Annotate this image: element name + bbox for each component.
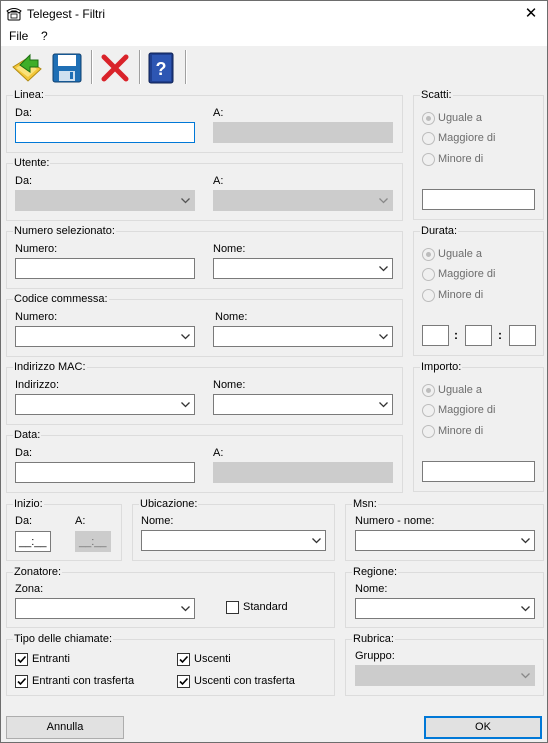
tipo-chiamate-label: Tipo delle chiamate: — [13, 633, 114, 645]
time-separator: : — [454, 328, 458, 342]
inizio-a-label: A: — [75, 515, 86, 527]
chevron-down-icon — [312, 538, 321, 544]
window-title: Telegest - Filtri — [27, 7, 106, 21]
durata-minutes-input[interactable] — [465, 325, 492, 346]
msn-numero-nome-label: Numero - nome: — [355, 515, 435, 527]
checkmark-icon — [179, 677, 189, 686]
chevron-down-icon — [521, 606, 530, 612]
numero-label: Numero: — [15, 311, 58, 323]
regione-nome-label: Nome: — [355, 583, 388, 595]
indirizzo-label: Indirizzo: — [15, 379, 60, 391]
nome-label: Nome: — [213, 243, 246, 255]
importo-label: Importo: — [420, 361, 463, 373]
indirizzo-mac-nome-select[interactable] — [213, 394, 393, 415]
checkmark-icon — [17, 655, 27, 664]
inizio-label: Inizio: — [13, 498, 44, 510]
chevron-down-icon — [521, 538, 530, 544]
linea-label: Linea: — [13, 89, 45, 101]
zona-label: Zona: — [15, 583, 44, 595]
inizio-a-input: __:__ — [75, 531, 111, 552]
chevron-down-icon — [379, 402, 388, 408]
save-icon[interactable] — [50, 51, 84, 85]
msn-label: Msn: — [352, 498, 378, 510]
chevron-down-icon — [181, 198, 190, 204]
zonatore-label: Zonatore: — [13, 566, 63, 578]
durata-seconds-input[interactable] — [509, 325, 536, 346]
menu-file[interactable]: File — [9, 29, 28, 43]
linea-da-label: Da: — [15, 107, 33, 119]
tipo-chiamate-group — [6, 639, 335, 696]
chevron-down-icon — [379, 198, 388, 204]
linea-da-input[interactable] — [15, 122, 195, 143]
rubrica-label: Rubrica: — [352, 633, 395, 645]
indirizzo-mac-select[interactable] — [15, 394, 195, 415]
time-separator: : — [498, 328, 502, 342]
inizio-da-label: Da: — [15, 515, 33, 527]
utente-da-select — [15, 190, 195, 211]
ok-button[interactable]: OK — [424, 716, 542, 739]
title-bar: Telegest - Filtri ✕ — [1, 1, 547, 27]
utente-da-label: Da: — [15, 175, 33, 187]
nome-label: Nome: — [215, 311, 248, 323]
svg-text:?: ? — [156, 59, 167, 79]
data-da-input[interactable] — [15, 462, 195, 483]
utente-a-select — [213, 190, 393, 211]
utente-a-label: A: — [213, 175, 224, 187]
telephone-icon — [6, 8, 22, 21]
toolbar-separator — [91, 50, 93, 84]
indirizzo-mac-label: Indirizzo MAC: — [13, 361, 87, 373]
chevron-down-icon — [181, 606, 190, 612]
checkmark-icon — [17, 677, 27, 686]
linea-a-label: A: — [213, 107, 224, 119]
linea-a-input — [213, 122, 393, 143]
ubicazione-select[interactable] — [141, 530, 326, 551]
ubicazione-nome-label: Nome: — [141, 515, 174, 527]
codice-commessa-label: Codice commessa: — [13, 293, 109, 305]
regione-select[interactable] — [355, 598, 535, 619]
annulla-button[interactable]: Annulla — [6, 716, 124, 739]
codice-commessa-nome-select[interactable] — [213, 326, 393, 347]
chevron-down-icon — [181, 402, 190, 408]
nome-label: Nome: — [213, 379, 246, 391]
numero-label: Numero: — [15, 243, 58, 255]
inizio-da-input[interactable]: __:__ — [15, 531, 51, 552]
checkmark-icon — [179, 655, 189, 664]
ubicazione-label: Ubicazione: — [139, 498, 199, 510]
close-icon[interactable]: ✕ — [515, 1, 547, 27]
data-a-input — [213, 462, 393, 483]
chevron-down-icon — [379, 334, 388, 340]
toolbar-separator — [139, 50, 141, 84]
toolbar-separator — [185, 50, 187, 84]
numero-selezionato-numero-input[interactable] — [15, 258, 195, 279]
numero-selezionato-nome-select[interactable] — [213, 258, 393, 279]
data-label: Data: — [13, 429, 42, 441]
utente-label: Utente: — [13, 157, 51, 169]
chevron-down-icon — [379, 266, 388, 272]
msn-select[interactable] — [355, 530, 535, 551]
gruppo-label: Gruppo: — [355, 650, 395, 662]
menu-bar: File ? — [1, 27, 547, 46]
data-da-label: Da: — [15, 447, 33, 459]
numero-selezionato-label: Numero selezionato: — [13, 225, 116, 237]
scatti-label: Scatti: — [420, 89, 453, 101]
toolbar: ? — [1, 46, 547, 89]
scatti-value-input[interactable] — [422, 189, 535, 210]
durata-hours-input[interactable] — [422, 325, 449, 346]
delete-icon[interactable] — [98, 51, 132, 85]
chevron-down-icon — [181, 334, 190, 340]
regione-label: Regione: — [352, 566, 399, 578]
zona-select[interactable] — [15, 598, 195, 619]
apply-filter-icon[interactable] — [10, 51, 44, 85]
filter-dialog: Telegest - Filtri ✕ File ? ? Linea: Da: … — [0, 0, 548, 743]
importo-value-input[interactable] — [422, 461, 535, 482]
chevron-down-icon — [521, 673, 530, 679]
codice-commessa-numero-select[interactable] — [15, 326, 195, 347]
menu-help[interactable]: ? — [41, 29, 48, 43]
help-icon[interactable]: ? — [145, 51, 179, 85]
gruppo-select — [355, 665, 535, 686]
data-a-label: A: — [213, 447, 224, 459]
durata-label: Durata: — [420, 225, 459, 237]
